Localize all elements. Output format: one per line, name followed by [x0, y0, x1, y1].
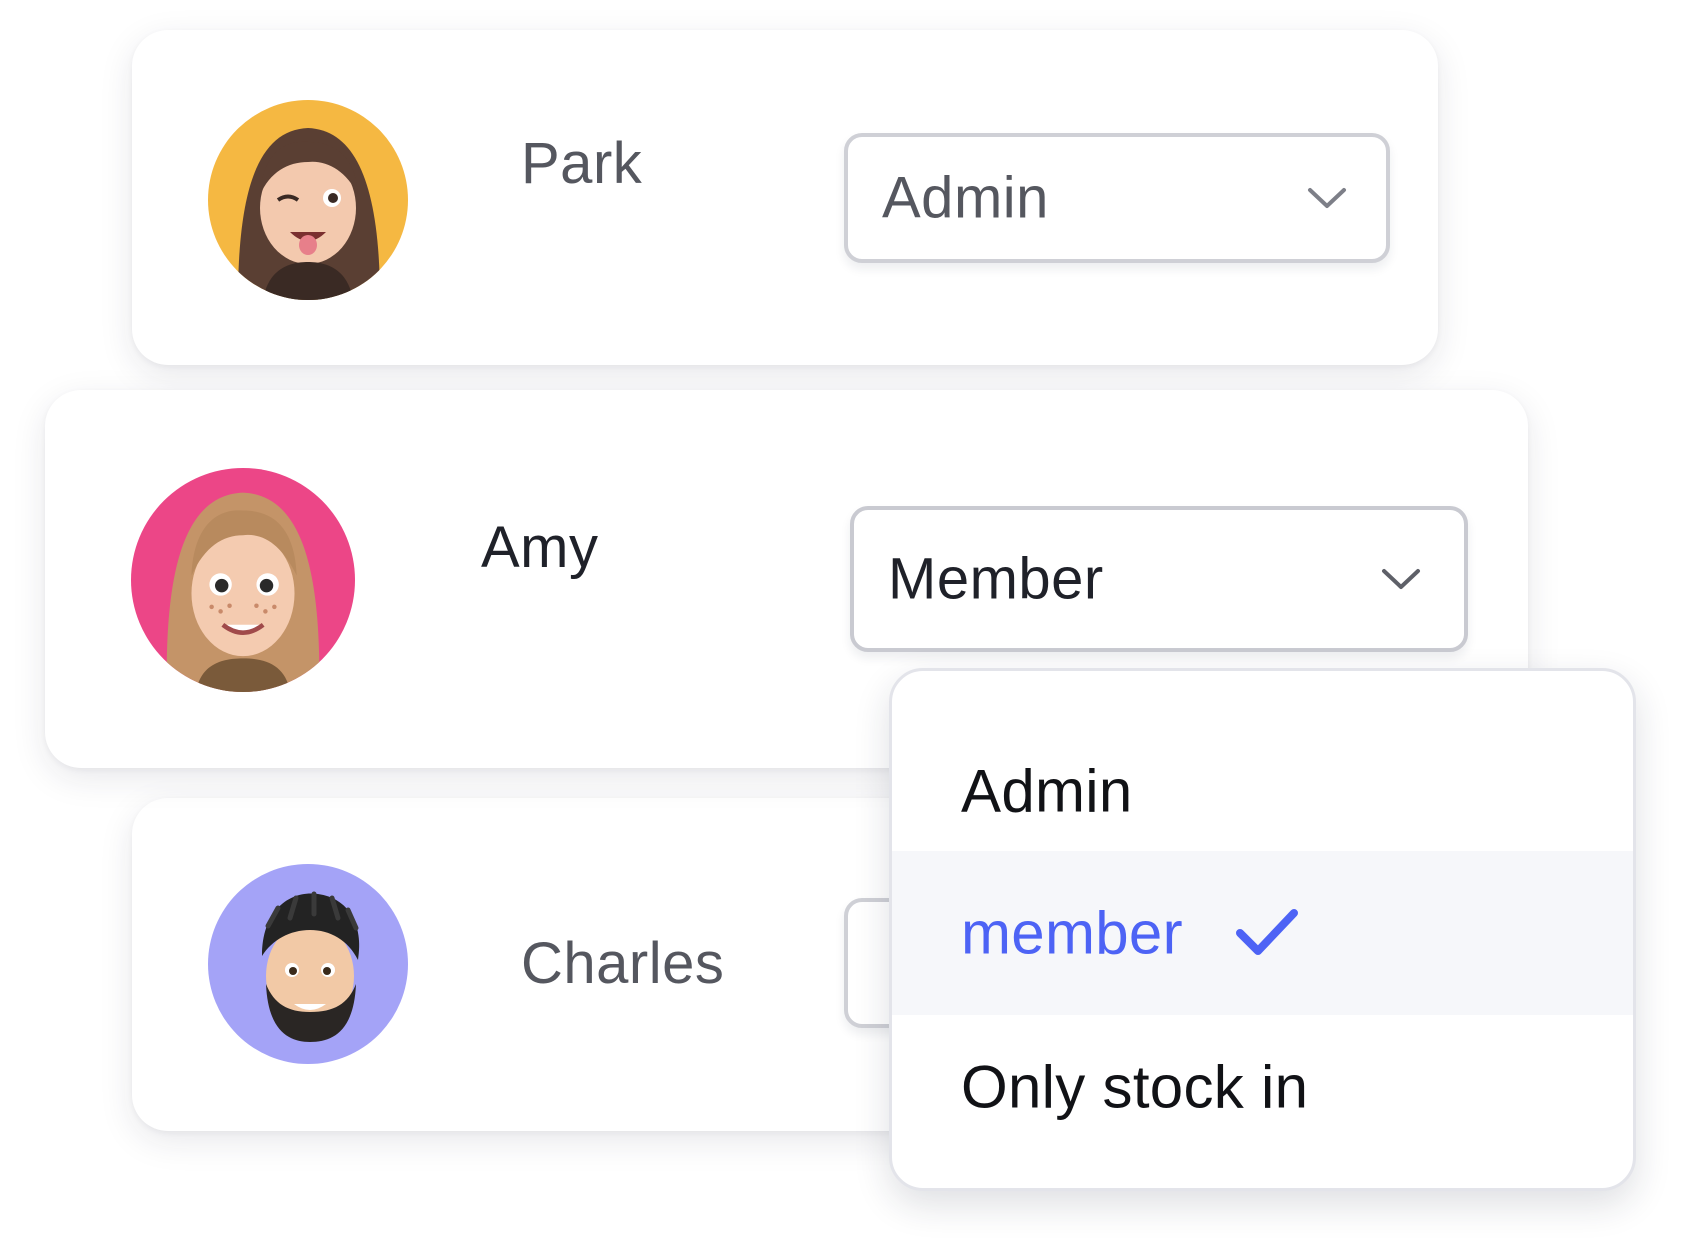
role-option-label: Admin — [961, 757, 1133, 825]
role-option-member[interactable]: member — [892, 851, 1633, 1015]
avatar-amy — [131, 468, 355, 692]
user-card-park: Park Admin — [132, 30, 1438, 365]
chevron-down-icon — [1306, 185, 1348, 211]
man-dreadlocks-beard-memoji-icon — [208, 864, 408, 1064]
user-name-charles: Charles — [521, 931, 725, 996]
role-select-park[interactable]: Admin — [844, 133, 1390, 263]
checkmark-icon — [1234, 907, 1300, 959]
user-name-amy: Amy — [481, 515, 599, 580]
role-option-admin[interactable]: Admin — [892, 709, 1633, 873]
user-roles-panel: Park Admin Amy Member Charles Admin memb… — [0, 0, 1686, 1254]
role-option-label: member — [961, 899, 1183, 967]
role-option-label: Only stock in — [961, 1053, 1309, 1121]
role-dropdown-menu: Admin member Only stock in — [889, 668, 1636, 1191]
avatar-charles — [208, 864, 408, 1064]
user-name-park: Park — [521, 131, 643, 196]
role-option-only-stock-in[interactable]: Only stock in — [892, 1005, 1633, 1169]
role-select-value: Member — [888, 546, 1104, 612]
chevron-down-icon — [1380, 566, 1422, 592]
woman-long-blonde-hair-freckles-memoji-icon — [131, 468, 355, 692]
role-select-value: Admin — [882, 165, 1049, 231]
woman-long-dark-hair-winking-memoji-icon — [208, 100, 408, 300]
role-select-amy[interactable]: Member — [850, 506, 1468, 652]
avatar-park — [208, 100, 408, 300]
